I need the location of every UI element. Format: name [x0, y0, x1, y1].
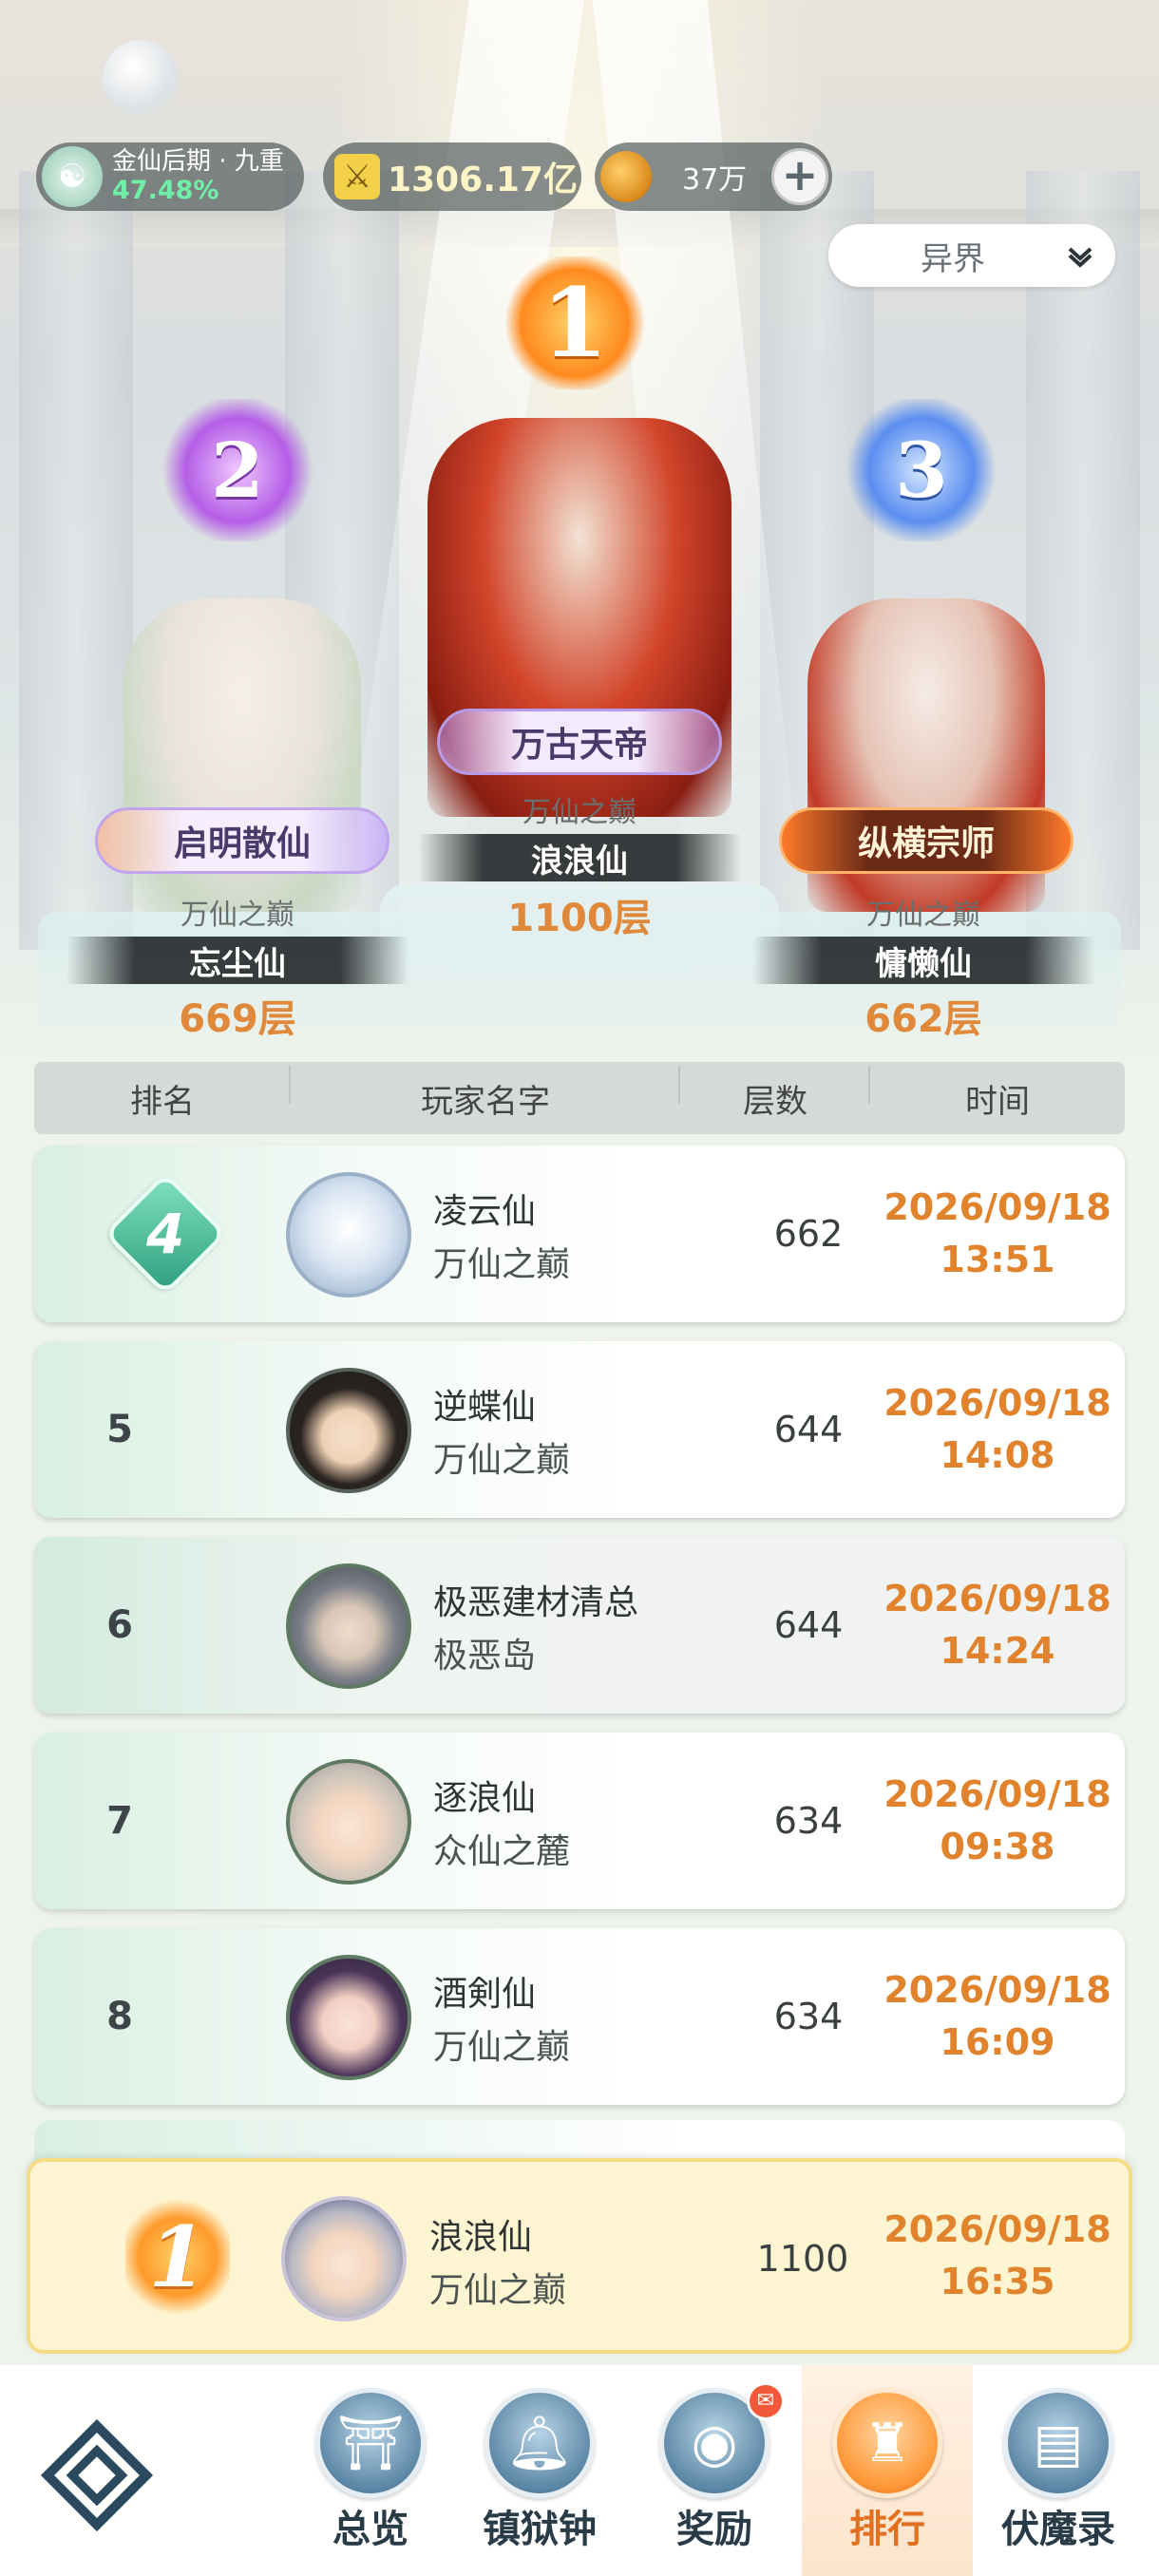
- my-floor: 1100: [756, 2238, 849, 2280]
- player-name: 凌云仙: [433, 1192, 537, 1231]
- realm-dropdown-value: 异界: [921, 239, 985, 278]
- player-time: 2026/09/18 09:38: [884, 1772, 1112, 1867]
- realm-dropdown[interactable]: 异界: [828, 224, 1115, 287]
- player-time: 2026/09/18 16:09: [884, 1968, 1112, 2063]
- realm-status[interactable]: ☯ 金仙后期 · 九重 47.48%: [36, 142, 304, 211]
- rank3-title: 纵横宗师: [779, 807, 1074, 874]
- rank2-name: 忘尘仙: [66, 937, 408, 984]
- table-row[interactable]: 8 酒剣仙 万仙之巅 634 2026/09/18 16:09: [34, 1928, 1125, 2105]
- player-guild: 万仙之巅: [433, 2028, 571, 2067]
- table-row[interactable]: 6 极恶建材清总 极恶岛 644 2026/09/18 14:24: [34, 1537, 1125, 1714]
- header-time: 时间: [965, 1082, 1030, 1121]
- player-name: 酒剣仙: [433, 1975, 537, 2014]
- my-rank-row[interactable]: 1 浪浪仙 万仙之巅 1100 2026/09/18 16:35: [27, 2158, 1132, 2354]
- header-floor: 层数: [680, 1065, 870, 1122]
- player-floor: 644: [773, 1409, 844, 1450]
- ranking-table-header: 排名 玩家名字 层数 时间: [34, 1062, 1125, 1134]
- player-guild: 万仙之巅: [433, 1245, 571, 1284]
- rank2-floor: 669层: [179, 997, 296, 1041]
- cultivator-icon: ☯: [42, 146, 103, 207]
- my-time: 2026/09/18 16:35: [884, 2208, 1112, 2303]
- chevron-down-icon: [1068, 247, 1092, 268]
- rank-number: 8: [106, 1995, 133, 2038]
- player-time: 2026/09/18 13:51: [884, 1185, 1112, 1280]
- my-name: 浪浪仙: [429, 2218, 533, 2257]
- player-floor: 644: [773, 1604, 844, 1646]
- combat-power: ⚔ 1306.17亿: [323, 142, 581, 211]
- player-name: 逐浪仙: [433, 1779, 537, 1818]
- header-player-name: 玩家名字: [291, 1065, 680, 1122]
- rank1-name: 浪浪仙: [418, 834, 741, 881]
- nav-label: 伏魔录: [1001, 2508, 1115, 2551]
- scroll-icon: ▤: [1003, 2388, 1113, 2498]
- rank3-floor: 662层: [864, 997, 982, 1041]
- player-guild: 极恶岛: [433, 1637, 537, 1676]
- player-time: 2026/09/18 14:08: [884, 1381, 1112, 1476]
- nav-label: 镇狱钟: [483, 2508, 597, 2551]
- add-currency-button[interactable]: +: [771, 148, 828, 205]
- avatar[interactable]: [281, 2196, 407, 2321]
- rank1-guild: 万仙之巅: [522, 796, 636, 829]
- table-row[interactable]: 5 逆蝶仙 万仙之巅 644 2026/09/18 14:08: [34, 1341, 1125, 1518]
- spirit-stone-icon: [600, 151, 652, 202]
- nav-label: 排行: [849, 2508, 925, 2551]
- rank-number: 5: [106, 1408, 133, 1451]
- nav-overview[interactable]: ⛩ 总览: [285, 2365, 456, 2576]
- orb-icon: [103, 40, 179, 116]
- rank-number: 7: [106, 1799, 133, 1843]
- avatar[interactable]: [286, 1563, 411, 1689]
- ranking-icon: ♜: [832, 2388, 942, 2498]
- nav-ranking[interactable]: ♜ 排行: [802, 2365, 973, 2576]
- pagoda-icon: ⛩: [315, 2388, 426, 2498]
- nav-rewards[interactable]: ◉ ✉ 奖励: [629, 2365, 800, 2576]
- player-name: 极恶建材清总: [433, 1583, 639, 1622]
- nav-bell[interactable]: 🔔︎ 镇狱钟: [454, 2365, 625, 2576]
- power-value: 1306.17亿: [388, 161, 578, 199]
- player-floor: 662: [773, 1213, 844, 1255]
- player-name: 逆蝶仙: [433, 1388, 537, 1427]
- avatar[interactable]: [286, 1759, 411, 1885]
- notification-badge-icon: ✉: [747, 2382, 785, 2420]
- rank3-guild: 万仙之巅: [866, 899, 980, 932]
- my-guild: 万仙之巅: [429, 2271, 567, 2310]
- realm-progress: 47.48%: [112, 176, 219, 206]
- header-rank: 排名: [34, 1065, 291, 1122]
- avatar[interactable]: [286, 1955, 411, 2080]
- table-row[interactable]: 4 凌云仙 万仙之巅 662 2026/09/18 13:51: [34, 1146, 1125, 1322]
- player-floor: 634: [773, 1800, 844, 1842]
- avatar[interactable]: [286, 1172, 411, 1297]
- rank1-title: 万古天帝: [437, 709, 722, 775]
- avatar[interactable]: [286, 1368, 411, 1493]
- rank3-emblem: 3: [846, 399, 998, 541]
- rank1-floor: 1100层: [507, 897, 652, 940]
- rank-badge: 4: [103, 1171, 228, 1297]
- rank2-title: 启明散仙: [95, 807, 390, 874]
- table-row[interactable]: 7 逐浪仙 众仙之麓 634 2026/09/18 09:38: [34, 1733, 1125, 1909]
- nav-label: 总览: [332, 2508, 408, 2551]
- player-time: 2026/09/18 14:24: [884, 1577, 1112, 1672]
- nav-label: 奖励: [676, 2508, 752, 2551]
- bottom-nav: ⛩ 总览 🔔︎ 镇狱钟 ◉ ✉ 奖励 ♜ 排行 ▤ 伏魔录: [0, 2365, 1159, 2576]
- currency-value: 37万: [682, 163, 748, 197]
- rank2-emblem: 2: [162, 399, 314, 541]
- power-icon: ⚔: [334, 154, 380, 199]
- player-floor: 634: [773, 1996, 844, 2037]
- rank-number: 6: [106, 1603, 133, 1647]
- menu-diamond-icon[interactable]: [40, 2418, 154, 2532]
- rank2-guild: 万仙之巅: [180, 899, 294, 932]
- player-guild: 万仙之巅: [433, 1441, 571, 1480]
- player-guild: 众仙之麓: [433, 1832, 571, 1871]
- rank1-emblem: 1: [504, 256, 646, 389]
- my-rank-emblem: 1: [125, 2200, 230, 2314]
- bell-icon: 🔔︎: [484, 2388, 595, 2498]
- nav-demon-record[interactable]: ▤ 伏魔录: [973, 2365, 1144, 2576]
- realm-name: 金仙后期 · 九重: [112, 146, 284, 176]
- rank3-name: 慵懒仙: [752, 937, 1094, 984]
